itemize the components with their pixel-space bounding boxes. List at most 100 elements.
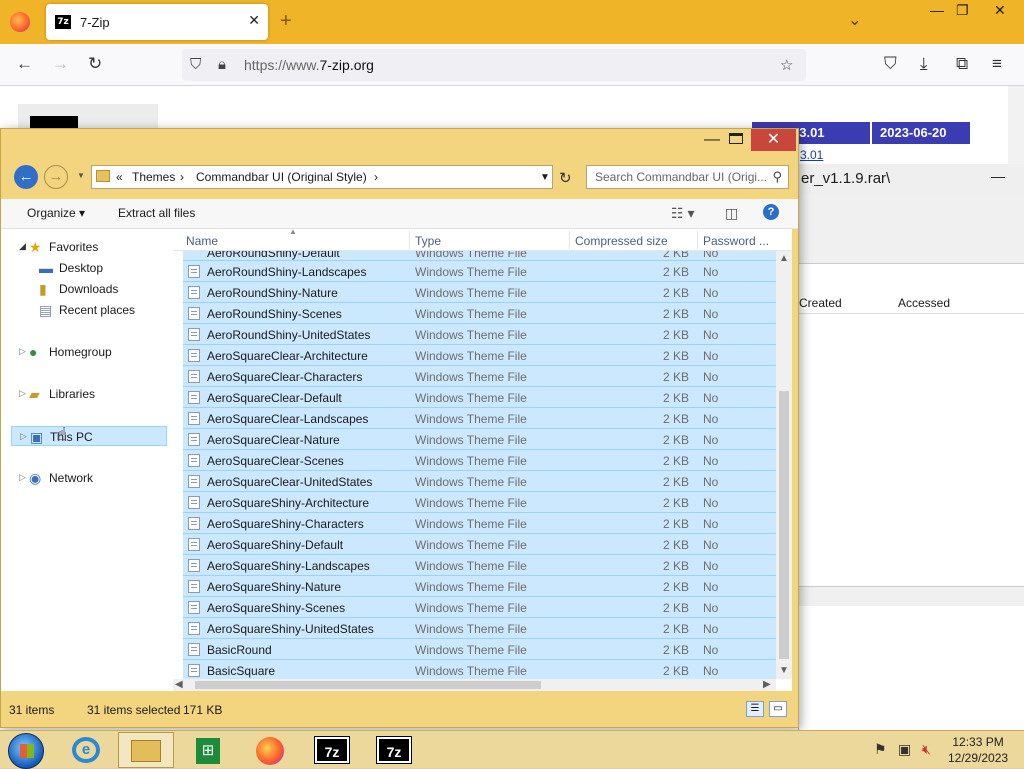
nav-recent-places[interactable]: ▤ Recent places <box>11 300 167 320</box>
back-icon[interactable]: ← <box>16 54 33 74</box>
table-row[interactable]: AeroSquareShiny-UnitedStates Windows Them… <box>183 617 776 638</box>
download-link[interactable]: 3.01 <box>800 148 823 162</box>
organize-button[interactable]: Organize ▾ <box>27 206 85 220</box>
7zip-button[interactable]: 7z <box>304 732 360 768</box>
table-row[interactable]: BasicRound Windows Theme File 2 KB No <box>183 638 776 659</box>
extensions-icon[interactable]: ⧉ <box>956 54 968 74</box>
details-view-icon[interactable]: ☰ <box>746 701 764 717</box>
maximize-icon[interactable] <box>729 133 743 144</box>
expand-icon[interactable]: ▷ <box>20 431 27 442</box>
hamburger-menu-icon[interactable]: ≡ <box>992 54 1002 74</box>
expand-icon[interactable]: ▷ <box>19 388 26 399</box>
table-row[interactable]: AeroSquareShiny-Nature Windows Theme File… <box>183 575 776 596</box>
column-divider[interactable] <box>569 231 570 249</box>
reload-icon[interactable]: ↻ <box>88 54 102 74</box>
help-icon[interactable]: ? <box>763 204 779 220</box>
table-row[interactable]: AeroRoundShiny-Default Windows Theme Fil… <box>183 251 776 260</box>
file-explorer-button[interactable] <box>118 732 174 768</box>
address-dropdown-icon[interactable]: ▼ <box>540 172 550 183</box>
table-row[interactable]: AeroSquareShiny-Architecture Windows Them… <box>183 491 776 512</box>
pocket-icon[interactable]: ⛉ <box>884 54 897 74</box>
scroll-down-icon[interactable]: ▼ <box>779 665 789 676</box>
nav-this-pc[interactable]: ▷ ▣ This PC <box>11 426 167 446</box>
table-row[interactable]: AeroSquareClear-Landscapes Windows Theme … <box>183 407 776 428</box>
scrollbar-thumb[interactable] <box>195 681 541 689</box>
forward-arrow-icon[interactable]: → <box>44 165 68 189</box>
chevron-right-icon[interactable]: › <box>374 170 378 184</box>
network-tray-icon[interactable]: ▣ <box>898 741 911 758</box>
action-center-flag-icon[interactable]: ⚑ <box>874 741 887 758</box>
restore-icon[interactable]: ❐ <box>956 2 969 19</box>
nav-network[interactable]: ▷ ◉ Network <box>11 468 167 488</box>
table-row[interactable]: AeroSquareClear-Architecture Windows Them… <box>183 344 776 365</box>
table-row[interactable]: AeroRoundShiny-Scenes Windows Theme File 2… <box>183 302 776 323</box>
tab-7zip[interactable]: 7z 7-Zip ✕ <box>46 4 268 40</box>
scrollbar-thumb[interactable] <box>779 391 789 659</box>
close-tab-icon[interactable]: ✕ <box>248 12 260 29</box>
nav-libraries[interactable]: ▷ ▰ Libraries <box>11 384 167 404</box>
close-icon[interactable]: ✕ <box>751 129 796 151</box>
store-button[interactable]: ⊞ <box>180 732 236 768</box>
url-bar[interactable]: ⛉ 🔒︎ https://www.7-zip.org ☆ <box>182 49 806 81</box>
table-row[interactable]: AeroSquareClear-Characters Windows Theme … <box>183 365 776 386</box>
minimize-icon[interactable]: — <box>991 168 1005 184</box>
shield-icon[interactable]: ⛉ <box>190 56 201 73</box>
preview-pane-icon[interactable]: ◫ <box>725 205 738 222</box>
extract-all-button[interactable]: Extract all files <box>118 206 195 220</box>
start-button[interactable] <box>8 733 44 769</box>
table-row[interactable]: AeroSquareClear-Nature Windows Theme File… <box>183 428 776 449</box>
expand-icon[interactable]: ▷ <box>19 472 26 483</box>
minimize-icon[interactable]: — <box>930 2 944 18</box>
nav-downloads[interactable]: ▮ Downloads <box>11 279 167 299</box>
lock-icon[interactable]: 🔒︎ <box>218 56 226 73</box>
table-row[interactable]: AeroSquareShiny-Default Windows Theme Fil… <box>183 533 776 554</box>
volume-muted-icon[interactable]: 🔇︎ <box>922 741 931 758</box>
back-arrow-icon[interactable]: ← <box>14 165 38 189</box>
table-row[interactable]: AeroRoundShiny-Nature Windows Theme File 2… <box>183 281 776 302</box>
vertical-scrollbar[interactable]: ▲ ▼ <box>776 251 792 679</box>
internet-explorer-button[interactable]: e <box>58 732 114 768</box>
refresh-icon[interactable]: ↻ <box>559 169 572 187</box>
column-compressed-size[interactable]: Compressed size <box>575 234 668 248</box>
horizontal-scrollbar[interactable]: ◀ ▶ <box>173 679 776 691</box>
column-password[interactable]: Password ... <box>703 234 769 248</box>
new-tab-icon[interactable]: + <box>280 10 292 33</box>
close-window-icon[interactable]: ✕ <box>994 2 1006 19</box>
expand-icon[interactable]: ▷ <box>19 346 26 357</box>
table-row[interactable]: AeroRoundShiny-Landscapes Windows Theme F… <box>183 260 776 281</box>
large-icons-view-icon[interactable]: ▭ <box>769 701 787 717</box>
breadcrumb-themes[interactable]: Themes <box>132 170 175 184</box>
firefox-menu-icon[interactable] <box>10 12 30 32</box>
column-divider[interactable] <box>697 231 698 249</box>
nav-homegroup[interactable]: ▷ ● Homegroup <box>11 342 167 362</box>
chevron-down-icon[interactable]: ⌄ <box>848 10 861 30</box>
history-dropdown-icon[interactable]: ▼ <box>77 171 85 180</box>
search-input[interactable]: Search Commandbar UI (Origi... ⚲ <box>586 165 789 189</box>
nav-desktop[interactable]: ▬ Desktop <box>11 258 167 278</box>
breadcrumb-commandbar[interactable]: Commandbar UI (Original Style) <box>196 170 367 184</box>
scroll-up-icon[interactable]: ▲ <box>779 253 789 264</box>
search-icon[interactable]: ⚲ <box>772 169 782 185</box>
minimize-icon[interactable]: — <box>701 131 723 149</box>
table-row[interactable]: AeroSquareClear-UnitedStates Windows Them… <box>183 470 776 491</box>
url-text[interactable]: https://www.7-zip.org <box>244 57 374 73</box>
nav-favorites[interactable]: ◢ ★ Favorites <box>11 237 167 257</box>
table-row[interactable]: AeroSquareClear-Scenes Windows Theme File… <box>183 449 776 470</box>
table-row[interactable]: AeroSquareShiny-Landscapes Windows Theme … <box>183 554 776 575</box>
download-icon[interactable]: ⤓ <box>920 54 928 74</box>
table-row[interactable]: AeroSquareShiny-Scenes Windows Theme File… <box>183 596 776 617</box>
collapse-icon[interactable]: ◢ <box>19 241 26 252</box>
scroll-left-icon[interactable]: ◀ <box>175 679 183 690</box>
clock[interactable]: 12:33 PM 12/29/2023 <box>948 734 1008 766</box>
column-accessed[interactable]: Accessed <box>898 296 950 310</box>
firefox-button[interactable] <box>242 732 298 768</box>
breadcrumb-overflow[interactable]: « <box>116 170 123 184</box>
table-row[interactable]: AeroSquareShiny-Characters Windows Theme … <box>183 512 776 533</box>
7zip-button[interactable]: 7z <box>366 732 422 768</box>
scroll-right-icon[interactable]: ▶ <box>763 679 771 690</box>
column-created[interactable]: Created <box>799 296 842 310</box>
table-row[interactable]: AeroSquareClear-Default Windows Theme Fil… <box>183 386 776 407</box>
table-row[interactable]: BasicSquare Windows Theme File 2 KB No <box>183 659 776 679</box>
table-row[interactable]: AeroRoundShiny-UnitedStates Windows Theme… <box>183 323 776 344</box>
chevron-right-icon[interactable]: › <box>180 170 184 184</box>
